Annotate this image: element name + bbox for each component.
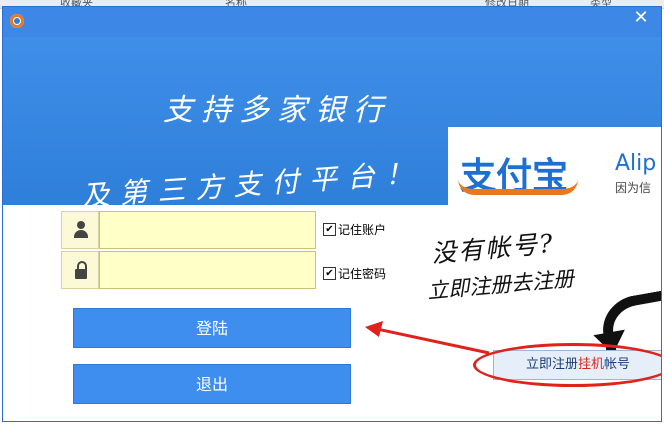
annotation-ellipse (473, 343, 661, 387)
alipay-english-text: Alip (615, 151, 657, 176)
annotation-arrow-icon (365, 321, 490, 355)
title-bar[interactable]: ✕ (3, 7, 661, 37)
alipay-logo-panel: 支付宝 Alip 因为信 (448, 127, 661, 205)
username-icon-box (61, 211, 99, 249)
close-button[interactable]: ✕ (621, 7, 661, 31)
login-button[interactable]: 登陆 (73, 308, 351, 348)
banner-slogan-line1: 支持多家银行 (163, 93, 391, 128)
username-input[interactable] (99, 211, 316, 249)
password-icon-box (61, 251, 99, 289)
username-field (61, 211, 316, 249)
remember-account-check-icon[interactable]: ✔ (323, 223, 336, 236)
exit-button[interactable]: 退出 (73, 364, 351, 404)
remember-password-label: 记住密码 (338, 267, 387, 281)
alipay-swoosh-icon (458, 179, 578, 195)
lock-icon (74, 261, 88, 279)
remember-account-checkbox[interactable]: ✔ 记住账户 (323, 221, 386, 238)
alipay-slogan-text: 因为信 (615, 181, 652, 195)
remember-password-checkbox[interactable]: ✔ 记住密码 (323, 265, 386, 282)
password-field (61, 251, 316, 289)
person-icon (74, 221, 88, 239)
app-logo-icon (10, 14, 24, 28)
remember-password-check-icon[interactable]: ✔ (323, 267, 336, 280)
login-window: ✕ 支持多家银行 及第三方支付平台！ 支付宝 Alip 因为信 ✔ 记住账户 ✔… (2, 6, 662, 422)
remember-account-label: 记住账户 (338, 223, 387, 237)
password-input[interactable] (99, 251, 316, 289)
